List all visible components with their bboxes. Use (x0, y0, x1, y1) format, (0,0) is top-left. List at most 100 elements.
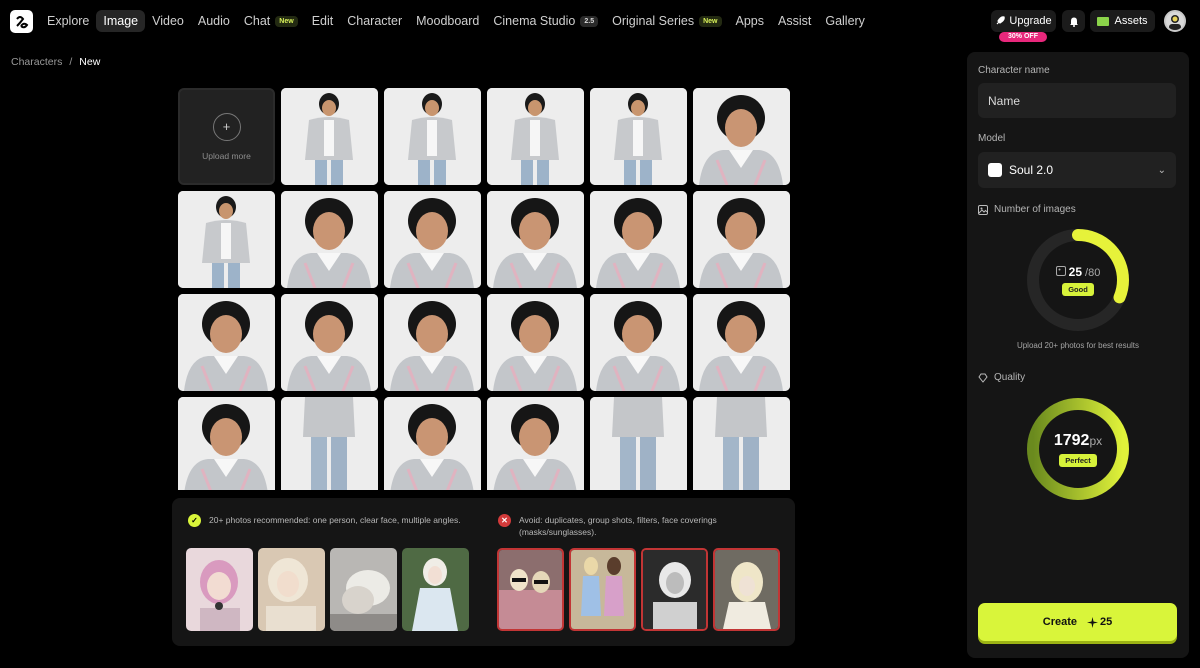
new-badge: New (275, 15, 298, 27)
logo-icon[interactable] (10, 10, 33, 33)
uploaded-photo[interactable] (384, 397, 481, 490)
discount-badge: 30% OFF (999, 32, 1047, 42)
create-label: Create (1042, 616, 1077, 628)
good-example-image (258, 548, 325, 631)
nav-chat-label: Chat (243, 14, 271, 28)
nav-gallery[interactable]: Gallery (818, 10, 872, 32)
images-count-gauge: 25 /80 Good (1025, 227, 1131, 333)
nav-original-series[interactable]: Original Series New (605, 10, 728, 32)
nav-chat[interactable]: Chat New (237, 10, 305, 32)
uploaded-photo[interactable] (693, 397, 790, 490)
nav-image-label: Image (103, 14, 139, 28)
uploaded-photo[interactable] (384, 191, 481, 288)
sparkle-icon (1087, 616, 1098, 628)
nav-gallery-label: Gallery (825, 14, 865, 28)
bad-example-image (641, 548, 708, 631)
model-label: Model (978, 133, 1005, 144)
new-badge: New (699, 15, 722, 27)
avatar[interactable] (1164, 10, 1186, 32)
soul-model-icon (988, 163, 1002, 177)
top-navigation: Explore Image Video Audio Chat New Edit C… (0, 0, 1200, 42)
uploaded-photo[interactable] (693, 88, 790, 185)
model-select[interactable]: Soul 2.0 ⌄ (978, 152, 1176, 188)
nav-moodboard[interactable]: Moodboard (409, 10, 486, 32)
model-label-text: Model (978, 133, 1006, 144)
nav-video-label: Video (152, 14, 184, 28)
uploaded-photo[interactable] (178, 294, 275, 391)
upload-more-button[interactable]: + Upload more (178, 88, 275, 185)
character-settings-panel: Character name Model Soul 2.0 ⌄ Number o… (967, 52, 1189, 658)
quality-gauge-center: 1792px Perfect (1025, 396, 1131, 502)
number-of-images-label-text: Number of images (994, 204, 1076, 215)
character-name-label: Character name (978, 65, 1050, 76)
character-name-input[interactable] (978, 83, 1176, 118)
uploaded-photo[interactable] (178, 397, 275, 490)
nav-apps[interactable]: Apps (729, 10, 772, 32)
assets-label: Assets (1114, 15, 1148, 27)
create-cost-value: 25 (1100, 616, 1113, 628)
create-button[interactable]: Create 25 (978, 603, 1177, 641)
diamond-icon (978, 373, 988, 383)
quality-gauge: 1792px Perfect (1025, 396, 1131, 502)
bad-guideline: ✕ Avoid: duplicates, group shots, filter… (498, 514, 768, 538)
nav-assist-label: Assist (778, 14, 812, 28)
nav-moodboard-label: Moodboard (416, 14, 480, 28)
uploaded-photo[interactable] (487, 191, 584, 288)
nav-cinema-studio[interactable]: Cinema Studio 2.5 (486, 10, 605, 32)
uploaded-photo[interactable] (590, 294, 687, 391)
breadcrumb-characters[interactable]: Characters (11, 56, 62, 68)
nav-assist[interactable]: Assist (771, 10, 818, 32)
bell-icon (1069, 17, 1078, 27)
folder-icon (1097, 16, 1110, 26)
uploaded-photo[interactable] (178, 191, 275, 288)
nav-edit-label: Edit (311, 14, 334, 28)
uploaded-photo[interactable] (281, 294, 378, 391)
nav-audio-label: Audio (197, 14, 230, 28)
bad-guideline-text: Avoid: duplicates, group shots, filters,… (519, 515, 717, 537)
images-gauge-center: 25 /80 Good (1025, 227, 1131, 333)
uploaded-photo[interactable] (487, 397, 584, 490)
uploaded-photo[interactable] (281, 191, 378, 288)
uploaded-photo[interactable] (384, 294, 481, 391)
images-hint: Upload 20+ photos for best results (1016, 341, 1140, 350)
uploaded-photo[interactable] (590, 88, 687, 185)
uploaded-photo[interactable] (487, 294, 584, 391)
nav-apps-label: Apps (735, 14, 765, 28)
good-example-image (186, 548, 253, 631)
model-select-value: Soul 2.0 (1009, 163, 1054, 177)
quality-unit: px (1089, 433, 1103, 448)
photo-guidelines-panel: ✓ 20+ photos recommended: one person, cl… (172, 498, 795, 646)
good-example-image (330, 548, 397, 631)
quality-label-text: Quality (994, 372, 1026, 383)
nav-character[interactable]: Character (340, 10, 409, 32)
x-icon: ✕ (498, 514, 511, 527)
uploaded-photo[interactable] (693, 191, 790, 288)
uploaded-photo[interactable] (590, 397, 687, 490)
nav-explore[interactable]: Explore (40, 10, 96, 32)
character-name-label-text: Character name (978, 65, 1050, 76)
uploaded-photo[interactable] (487, 88, 584, 185)
uploaded-photo[interactable] (281, 397, 378, 490)
good-guideline: ✓ 20+ photos recommended: one person, cl… (188, 514, 468, 527)
quality-status-badge: Perfect (1059, 453, 1097, 467)
upgrade-button[interactable]: Upgrade (991, 10, 1056, 32)
nav-audio[interactable]: Audio (191, 10, 237, 32)
quality-label: Quality (978, 372, 1025, 383)
main-nav: Explore Image Video Audio Chat New Edit C… (40, 10, 872, 32)
uploaded-photo[interactable] (281, 88, 378, 185)
bad-example-image (713, 548, 780, 631)
chevron-down-icon: ⌄ (1157, 164, 1166, 176)
good-example-image (402, 548, 469, 631)
nav-video[interactable]: Video (145, 10, 191, 32)
upload-more-label: Upload more (202, 150, 251, 161)
uploaded-photo[interactable] (693, 294, 790, 391)
assets-button[interactable]: Assets (1090, 10, 1155, 32)
nav-edit[interactable]: Edit (305, 10, 341, 32)
uploaded-photo[interactable] (590, 191, 687, 288)
breadcrumb-separator: / (69, 56, 73, 68)
nav-image[interactable]: Image (96, 10, 146, 32)
uploaded-photo[interactable] (384, 88, 481, 185)
images-status-badge: Good (1062, 282, 1094, 296)
notifications-button[interactable] (1062, 10, 1085, 32)
check-icon: ✓ (188, 514, 201, 527)
